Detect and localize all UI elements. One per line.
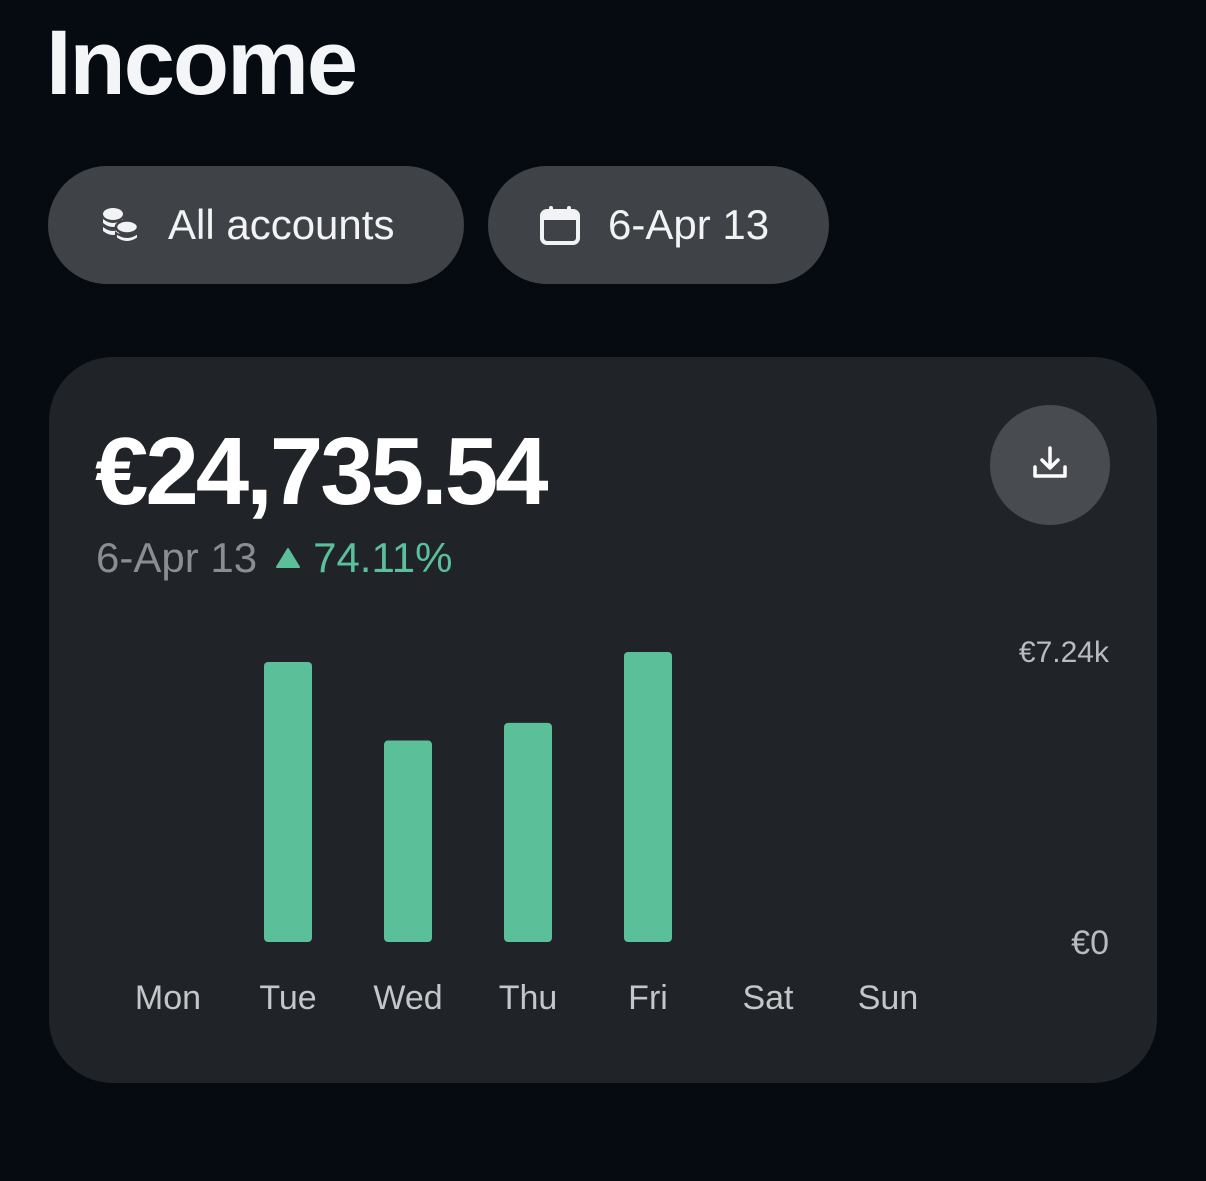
date-filter-label: 6-Apr 13	[608, 201, 770, 248]
calendar-icon	[538, 203, 582, 247]
x-tick-label-tue: Tue	[259, 979, 316, 1017]
bar-wed[interactable]	[384, 740, 432, 942]
x-tick-label-mon: Mon	[135, 979, 201, 1017]
bar-thu[interactable]	[504, 722, 552, 942]
coins-icon	[98, 203, 142, 247]
income-card: €24,735.54 6-Apr 13 74.11% Mon Tue Wed Thu F…	[49, 357, 1157, 1083]
income-bar-chart: Mon Tue Wed Thu Fri Sat Sun €0 €7.24k	[135, 636, 1110, 1017]
accounts-filter-label: All accounts	[168, 201, 395, 248]
bar-tue[interactable]	[264, 662, 312, 942]
date-filter-button[interactable]: 6-Apr 13	[488, 166, 829, 284]
x-tick-label-sat: Sat	[742, 979, 794, 1017]
page-title: Income	[46, 12, 358, 114]
bar-fri[interactable]	[624, 652, 672, 942]
x-tick-label-sun: Sun	[858, 979, 919, 1017]
accounts-filter-button[interactable]: All accounts	[48, 166, 464, 284]
y-tick-label-min: €0	[1071, 924, 1109, 962]
x-tick-label-thu: Thu	[499, 979, 558, 1017]
y-tick-label-max: €7.24k	[1019, 636, 1110, 669]
x-tick-label-fri: Fri	[628, 979, 668, 1017]
x-tick-label-wed: Wed	[373, 979, 442, 1017]
